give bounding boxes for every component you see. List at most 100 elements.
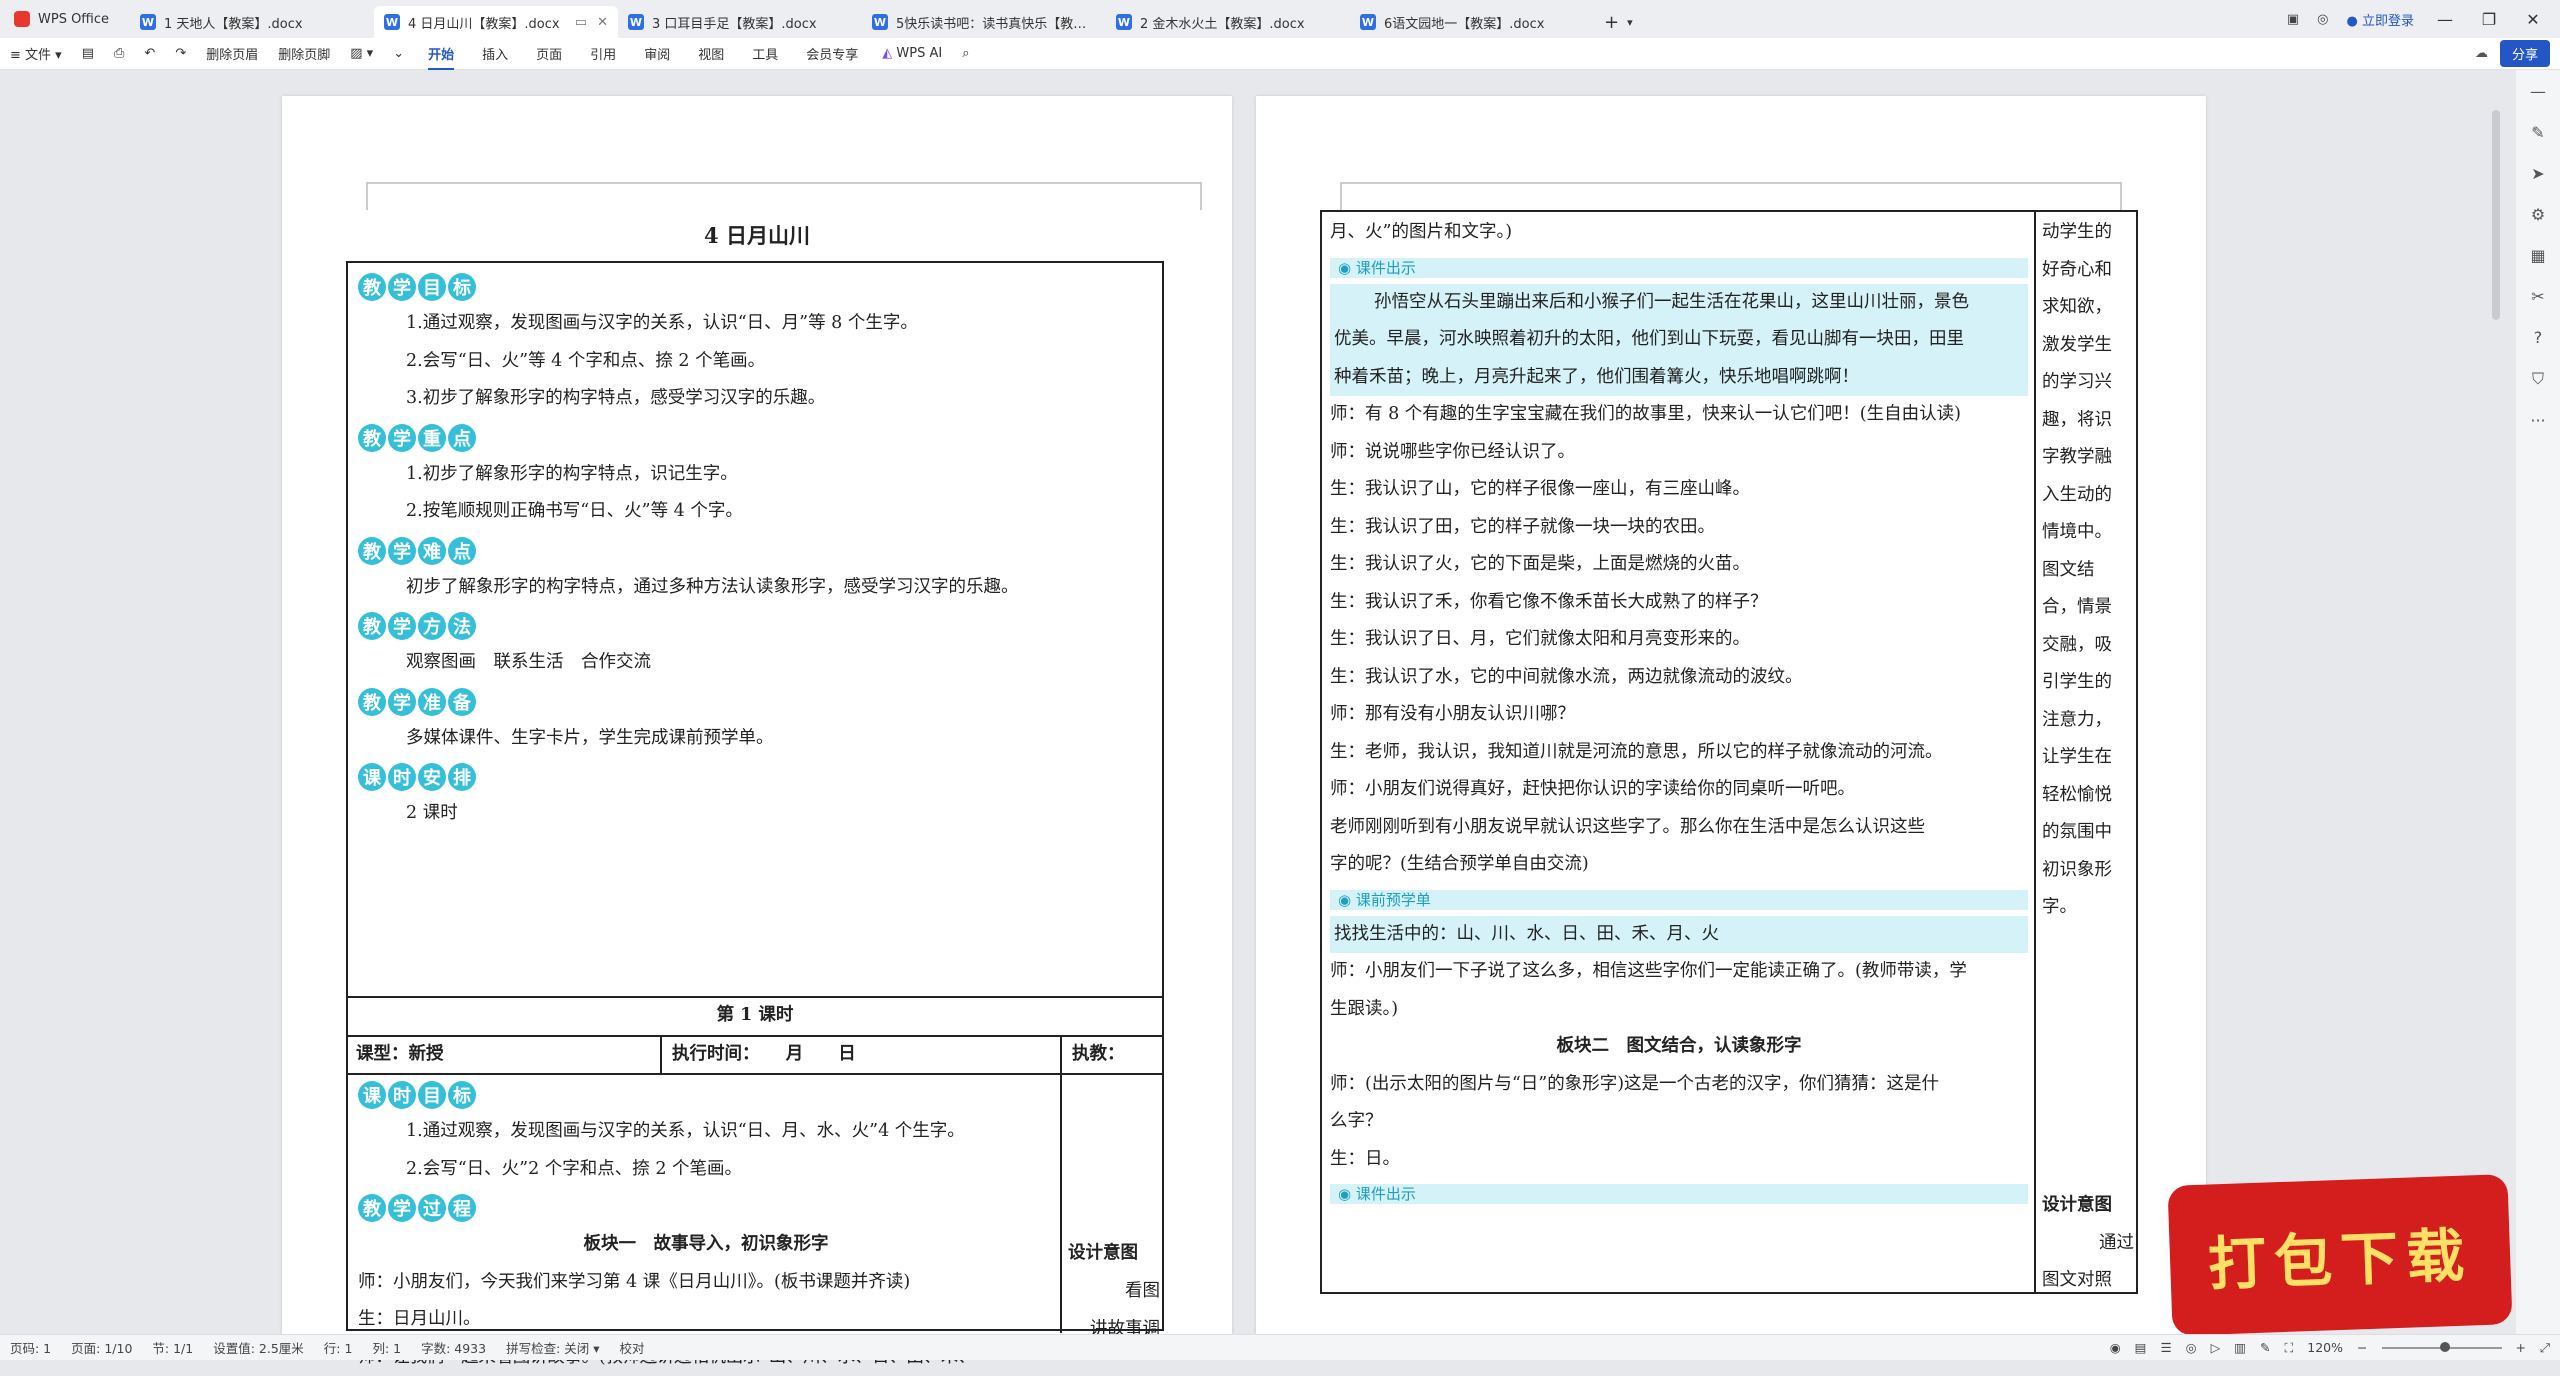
fit-icon[interactable]: ⛶ (2285, 1340, 2294, 1356)
layout-icon[interactable]: ▣ (2287, 12, 2299, 27)
more-chevron-icon[interactable]: ⌄ (383, 46, 414, 61)
dialog-line: 生：我认识了山，它的样子很像一座山，有三座山峰。 (1330, 471, 2028, 509)
app-tab[interactable]: WPS Office (0, 11, 130, 27)
status-pages[interactable]: 页面: 1/10 (61, 1338, 142, 1357)
skin-icon[interactable]: ◎ (2317, 12, 2328, 27)
format-icon[interactable]: ▨ ▾ (340, 46, 383, 61)
eye-icon: ◉ (1338, 1185, 1356, 1203)
tools-icon[interactable]: ✂ (2531, 287, 2544, 306)
tab-member[interactable]: 会员专享 (792, 44, 872, 63)
tag-courseware: ◉ 课件出示 (1330, 258, 2028, 278)
eye-mode-icon[interactable]: ◉ (2110, 1340, 2121, 1355)
tab-page[interactable]: 页面 (522, 44, 576, 63)
play-icon[interactable]: ▷ (2211, 1340, 2221, 1355)
delete-header-button[interactable]: 删除页眉 (196, 44, 268, 63)
login-button[interactable]: ● 立即登录 (2347, 10, 2415, 29)
doc-tab[interactable]: W6语文园地一【教案】.docx (1350, 6, 1594, 38)
read-icon[interactable]: ▥ (2234, 1340, 2246, 1355)
status-words[interactable]: 字数: 4933 (411, 1338, 496, 1357)
word-doc-icon: W (872, 14, 888, 30)
eye-icon: ◉ (1338, 259, 1356, 277)
zoom-out-icon[interactable]: − (2357, 1340, 2367, 1355)
badge-process: 教学过程 (358, 1194, 1054, 1222)
web-view-icon[interactable]: ◎ (2186, 1340, 2197, 1355)
zoom-in-icon[interactable]: + (2516, 1340, 2526, 1355)
zoom-level[interactable]: 120% (2307, 1340, 2343, 1355)
design-note-2: 设计意图 通过 图文对照 (2042, 1187, 2134, 1300)
table-rule (660, 1035, 662, 1073)
doc-tab[interactable]: W3 口耳目手足【教案】.docx (618, 6, 862, 38)
doc-tab-active[interactable]: W4 日月山川【教案】.docx▭✕ (374, 6, 618, 38)
shape-icon[interactable]: ⛉ (2532, 369, 2544, 389)
dialog-line: 生：我认识了田，它的样子就像一块一块的农田。 (1330, 509, 2028, 547)
exec-time: 执行时间： 月 日 (672, 1036, 856, 1074)
time-line: 2 课时 (358, 795, 1152, 833)
tab-insert[interactable]: 插入 (468, 44, 522, 63)
tab-review[interactable]: 审阅 (630, 44, 684, 63)
pen-icon[interactable]: ✎ (2531, 123, 2544, 142)
dialog-line: 师：(出示太阳的图片与“日”的象形字)这是一个古老的汉字，你们猜猜：这是什 (1330, 1066, 2028, 1104)
dialog-line: 生：日月山川。 (358, 1301, 1054, 1339)
tag-courseware: ◉ 课件出示 (1330, 1184, 2028, 1204)
tab-home[interactable]: 开始 (414, 44, 468, 63)
page-view-icon[interactable]: ▤ (2135, 1340, 2147, 1355)
hard-line: 初步了解象形字的构字特点，通过多种方法认读象形字，感受学习汉字的乐趣。 (358, 569, 1152, 607)
chevron-down-icon[interactable]: ▾ (1627, 16, 1633, 29)
wps-ai-button[interactable]: ◭ WPS AI (872, 46, 952, 61)
pen-mode-icon[interactable]: ✎ (2260, 1340, 2270, 1355)
badge-hard: 教学难点 (358, 537, 1152, 565)
save-icon[interactable]: ▤ (72, 46, 104, 61)
doc-tab[interactable]: W2 金木水火土【教案】.docx (1106, 6, 1350, 38)
select-icon[interactable]: ➤ (2531, 164, 2544, 183)
tab-tools[interactable]: 工具 (738, 44, 792, 63)
status-spell[interactable]: 拼写检查: 关闭 ▾ (496, 1338, 609, 1357)
tab-reference[interactable]: 引用 (576, 44, 630, 63)
download-stamp[interactable]: 打包下载 (2167, 1174, 2512, 1336)
table-rule (1060, 1035, 1062, 1333)
lesson-heading: 第 1 课时 (348, 997, 1162, 1035)
scrollbar[interactable] (2492, 110, 2500, 320)
redo-icon[interactable]: ↷ (165, 46, 196, 61)
outline-icon[interactable]: ☰ (2160, 1340, 2171, 1355)
minimize-icon[interactable]: — (2432, 10, 2458, 29)
menu-icon[interactable]: ≡ 文件 ▾ (0, 44, 72, 63)
doc-tab[interactable]: W1 天地人【教案】.docx (130, 6, 374, 38)
lesson-goal-line: 2.会写“日、火”2 个字和点、捺 2 个笔画。 (358, 1151, 1054, 1189)
lesson-goal-line: 1.通过观察，发现图画与汉字的关系，认识“日、月、水、火”4 个生字。 (358, 1113, 1054, 1151)
badge-prep: 教学准备 (358, 688, 1152, 716)
word-doc-icon: W (140, 14, 156, 30)
close-tab-icon[interactable]: ✕ (597, 15, 608, 30)
dialog-line: 师：小朋友们一下子说了这么多，相信这些字你们一定能读正确了。(教师带读，学 (1330, 953, 2028, 991)
cloud-icon[interactable]: ☁ (2475, 46, 2488, 61)
fullscreen-icon[interactable]: ⤢ (2540, 1340, 2550, 1356)
badge-method: 教学方法 (358, 612, 1152, 640)
undo-icon[interactable]: ↶ (134, 46, 165, 61)
window-icon[interactable]: ▭ (575, 15, 587, 30)
status-proof[interactable]: 校对 (610, 1338, 655, 1357)
badge-lesson-goal: 课时目标 (358, 1081, 1054, 1109)
settings-icon[interactable]: ⚙ (2531, 205, 2545, 224)
help-icon[interactable]: ? (2534, 328, 2543, 347)
new-tab-button[interactable]: +▾ (1594, 6, 1654, 38)
restore-icon[interactable]: ❐ (2476, 10, 2502, 29)
badge-key: 教学重点 (358, 424, 1152, 452)
search-icon[interactable]: ⌕ (952, 46, 979, 61)
tab-view[interactable]: 视图 (684, 44, 738, 63)
close-icon[interactable]: ✕ (2520, 10, 2546, 29)
key-line: 2.按笔顺规则正确书写“日、火”等 4 个字。 (358, 493, 1152, 531)
dialog-line: 生：我认识了水，它的中间就像水流，两边就像流动的波纹。 (1330, 659, 2028, 697)
share-button[interactable]: 分享 (2500, 40, 2550, 67)
word-doc-icon: W (1116, 14, 1132, 30)
style-icon[interactable]: ▦ (2530, 246, 2545, 265)
key-line: 1.初步了解象形字的构字特点，识记生字。 (358, 456, 1152, 494)
goal-line: 1.通过观察，发现图画与汉字的关系，认识“日、月”等 8 个生字。 (358, 305, 1152, 343)
print-icon[interactable]: ⎙ (104, 46, 134, 61)
more-icon[interactable]: ··· (2530, 411, 2545, 430)
zoom-slider[interactable] (2382, 1347, 2502, 1349)
collapse-icon[interactable]: — (2530, 82, 2546, 101)
process-cell: 月、火”的图片和文字。) ◉ 课件出示 孙悟空从石头里蹦出来后和小猴子们一起生活… (1330, 214, 2028, 1210)
dialog-line: 生：日。 (1330, 1141, 2028, 1179)
dialog-line: 生：我认识了日、月，它们就像太阳和月亮变形来的。 (1330, 621, 2028, 659)
delete-footer-button[interactable]: 删除页脚 (268, 44, 340, 63)
doc-tab[interactable]: W5快乐读书吧：读书真快乐【教案】.d... (862, 6, 1106, 38)
